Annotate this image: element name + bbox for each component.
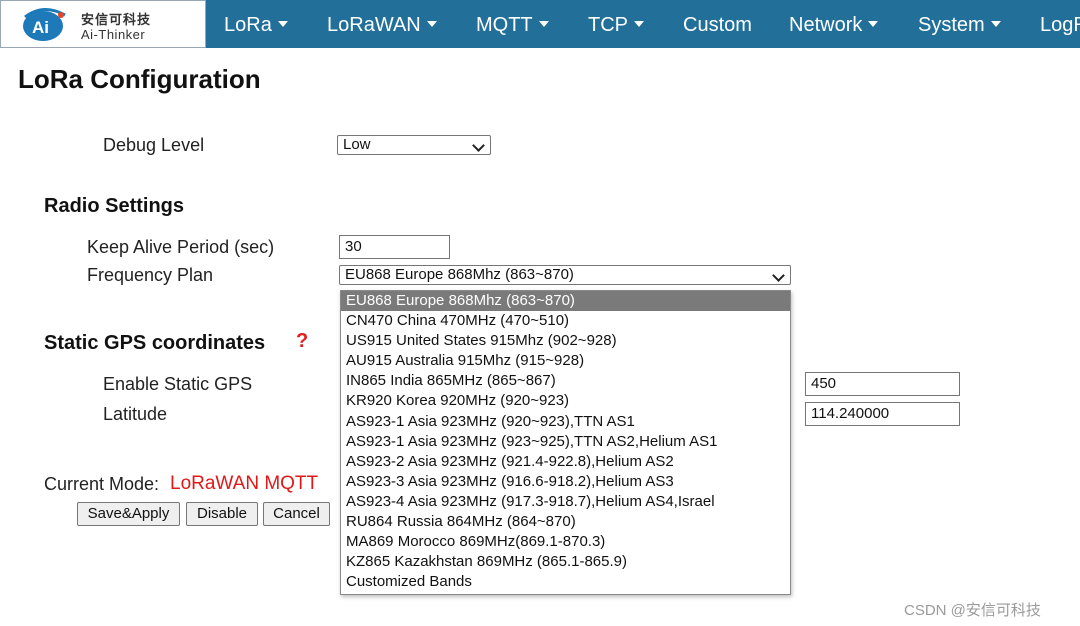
frequency-plan-label: Frequency Plan: [87, 265, 214, 285]
caret-down-icon: [426, 21, 437, 27]
debug-level-label: Debug Level: [103, 135, 205, 155]
nav-tcp-label: TCP: [588, 14, 628, 36]
nav-mqtt-label: MQTT: [476, 14, 533, 36]
brand-logo[interactable]: Ai 安信可科技 Ai-Thinker: [0, 0, 206, 48]
freq-option-in865[interactable]: IN865 India 865MHz (865~867): [341, 371, 790, 391]
frequency-plan-dropdown-list: EU868 Europe 868Mhz (863~870) CN470 Chin…: [340, 290, 791, 595]
nav-custom[interactable]: Custom: [683, 0, 752, 48]
enable-static-gps-label: Enable Static GPS: [103, 374, 253, 394]
nav-logread-label: LogR: [1040, 14, 1080, 36]
latitude-label: Latitude: [103, 404, 168, 424]
freq-option-as923-3[interactable]: AS923-3 Asia 923MHz (916.6-918.2),Helium…: [341, 472, 790, 492]
nav-lorawan-label: LoRaWAN: [327, 14, 421, 36]
freq-option-ru864[interactable]: RU864 Russia 864MHz (864~870): [341, 512, 790, 532]
nav-system[interactable]: System: [918, 0, 1001, 48]
logo-english-name: Ai-Thinker: [81, 27, 146, 42]
freq-option-as923-4[interactable]: AS923-4 Asia 923MHz (917.3-918.7),Helium…: [341, 492, 790, 512]
caret-down-icon: [538, 21, 549, 27]
nav-mqtt[interactable]: MQTT: [476, 0, 549, 48]
frequency-plan-select[interactable]: EU868 Europe 868Mhz (863~870): [339, 265, 791, 285]
freq-option-as923-1-ttn-as2[interactable]: AS923-1 Asia 923MHz (923~925),TTN AS2,He…: [341, 432, 790, 452]
nav-lorawan[interactable]: LoRaWAN: [327, 0, 437, 48]
debug-level-value: Low: [343, 136, 371, 153]
nav-logread[interactable]: LogR: [1040, 0, 1080, 48]
nav-custom-label: Custom: [683, 14, 752, 36]
freq-option-as923-2[interactable]: AS923-2 Asia 923MHz (921.4-922.8),Helium…: [341, 452, 790, 472]
freq-option-cn470[interactable]: CN470 China 470MHz (470~510): [341, 311, 790, 331]
keepalive-input[interactable]: 30: [339, 235, 450, 259]
nav-system-label: System: [918, 14, 985, 36]
cancel-button[interactable]: Cancel: [263, 502, 330, 526]
ai-logo-icon: Ai: [23, 8, 66, 41]
logo-chinese-name: 安信可科技: [81, 12, 152, 27]
watermark: CSDN @安信可科技: [904, 602, 1041, 619]
page-title: LoRa Configuration: [18, 64, 261, 94]
nav-lora-label: LoRa: [224, 14, 272, 36]
longitude-input[interactable]: 114.240000: [805, 402, 960, 426]
freq-option-customized[interactable]: Customized Bands: [341, 572, 790, 592]
frequency-plan-value: EU868 Europe 868Mhz (863~870): [345, 266, 574, 283]
nav-network[interactable]: Network: [789, 0, 879, 48]
keepalive-label: Keep Alive Period (sec): [87, 237, 275, 257]
chevron-down-icon: [472, 139, 485, 152]
radio-settings-heading: Radio Settings: [44, 195, 185, 217]
current-mode-label: Current Mode:: [44, 474, 160, 494]
caret-down-icon: [634, 21, 644, 27]
caret-down-icon: [868, 21, 879, 27]
freq-option-eu868[interactable]: EU868 Europe 868Mhz (863~870): [341, 291, 790, 312]
nav-network-label: Network: [789, 14, 863, 36]
freq-option-as923-1-ttn-as1[interactable]: AS923-1 Asia 923MHz (920~923),TTN AS1: [341, 412, 790, 432]
freq-option-kz865[interactable]: KZ865 Kazakhstan 869MHz (865.1-865.9): [341, 552, 790, 572]
save-apply-button[interactable]: Save&Apply: [77, 502, 180, 526]
nav-tcp[interactable]: TCP: [588, 0, 644, 48]
nav-lora[interactable]: LoRa: [224, 0, 288, 48]
freq-option-au915[interactable]: AU915 Australia 915Mhz (915~928): [341, 351, 790, 371]
help-icon[interactable]: ?: [296, 330, 308, 353]
current-mode-value: LoRaWAN MQTT: [170, 473, 319, 494]
top-navbar: Ai 安信可科技 Ai-Thinker LoRa LoRaWAN MQTT TC…: [0, 0, 1080, 48]
disable-button[interactable]: Disable: [186, 502, 258, 526]
freq-option-us915[interactable]: US915 United States 915Mhz (902~928): [341, 331, 790, 351]
static-gps-heading: Static GPS coordinates: [44, 332, 266, 354]
caret-down-icon: [990, 21, 1001, 27]
debug-level-select[interactable]: Low: [337, 135, 491, 155]
caret-down-icon: [277, 21, 288, 27]
logo-mark-text: Ai: [32, 18, 49, 37]
freq-option-ma869[interactable]: MA869 Morocco 869MHz(869.1-870.3): [341, 532, 790, 552]
freq-option-kr920[interactable]: KR920 Korea 920MHz (920~923): [341, 391, 790, 411]
chevron-down-icon: [772, 269, 785, 282]
altitude-input[interactable]: 450: [805, 372, 960, 396]
